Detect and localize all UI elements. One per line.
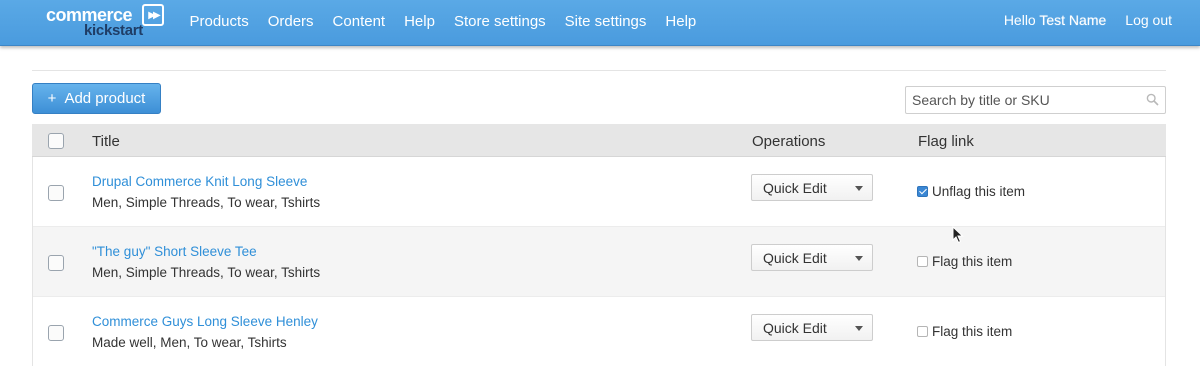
content-divider [32,70,1166,71]
nav-item-products[interactable]: Products [180,13,258,30]
product-title-link[interactable]: "The guy" Short Sleeve Tee [92,244,257,259]
caret-down-icon [855,326,863,331]
caret-down-icon [855,256,863,261]
product-tags: Men, Simple Threads, To wear, Tshirts [92,195,321,210]
table-row: Commerce Guys Long Sleeve Henley Made we… [32,297,1166,366]
product-title-link[interactable]: Commerce Guys Long Sleeve Henley [92,314,318,329]
product-title-link[interactable]: Drupal Commerce Knit Long Sleeve [92,174,307,189]
quick-edit-label: Quick Edit [763,320,827,336]
flag-label[interactable]: Flag this item [932,324,1012,339]
table-row: Drupal Commerce Knit Long Sleeve Men, Si… [32,157,1166,227]
user-greeting: Hello Test Name [1004,12,1106,28]
table-border-left [32,157,33,366]
flag-checkbox-checked[interactable] [917,186,928,197]
product-tags: Made well, Men, To wear, Tshirts [92,335,287,350]
nav-item-help[interactable]: Help [395,13,445,30]
add-product-label: Add product [64,90,146,107]
search-icon[interactable] [1146,93,1159,106]
top-navbar: commerce kickstart ▶▶ Products Orders Co… [0,0,1200,46]
nav-item-store-settings[interactable]: Store settings [444,13,555,30]
quick-edit-dropdown[interactable]: Quick Edit [751,244,873,271]
logo-text-kickstart: kickstart [84,22,144,39]
nav-item-help-2[interactable]: Help [656,13,706,30]
fast-forward-icon: ▶▶ [142,4,164,26]
caret-down-icon [855,186,863,191]
flag-toggle[interactable]: Unflag this item [917,184,1025,199]
logout-link[interactable]: Log out [1125,12,1172,28]
nav-item-site-settings[interactable]: Site settings [555,13,656,30]
row-select-checkbox[interactable] [48,325,64,341]
quick-edit-label: Quick Edit [763,250,827,266]
row-select-checkbox[interactable] [48,255,64,271]
plus-icon: + [47,90,57,107]
product-tags: Men, Simple Threads, To wear, Tshirts [92,265,321,280]
user-menu: Hello Test Name Log out [1004,0,1172,40]
flag-toggle[interactable]: Flag this item [917,324,1012,339]
flag-label[interactable]: Flag this item [932,254,1012,269]
flag-label[interactable]: Unflag this item [932,184,1025,199]
select-all-checkbox[interactable] [48,133,64,149]
quick-edit-dropdown[interactable]: Quick Edit [751,314,873,341]
table-header: Title Operations Flag link [32,124,1166,157]
mouse-cursor-icon [952,226,964,244]
table-border-right [1165,157,1166,366]
nav-item-content[interactable]: Content [323,13,395,30]
row-select-checkbox[interactable] [48,185,64,201]
add-product-button[interactable]: + Add product [32,83,161,114]
products-table: Title Operations Flag link Drupal Commer… [32,124,1166,366]
main-menu: Products Orders Content Help Store setti… [180,0,706,42]
search-input[interactable] [905,86,1166,114]
table-row: "The guy" Short Sleeve Tee Men, Simple T… [32,227,1166,297]
column-header-operations: Operations [752,133,826,150]
flag-checkbox[interactable] [917,256,928,267]
quick-edit-label: Quick Edit [763,180,827,196]
user-name[interactable]: Test Name [1039,12,1106,28]
column-header-title[interactable]: Title [92,133,120,150]
nav-item-orders[interactable]: Orders [258,13,323,30]
commerce-kickstart-logo[interactable]: commerce kickstart ▶▶ [46,4,166,42]
flag-checkbox[interactable] [917,326,928,337]
flag-toggle[interactable]: Flag this item [917,254,1012,269]
greeting-text: Hello [1003,12,1036,28]
quick-edit-dropdown[interactable]: Quick Edit [751,174,873,201]
column-header-flag-link: Flag link [918,133,974,150]
